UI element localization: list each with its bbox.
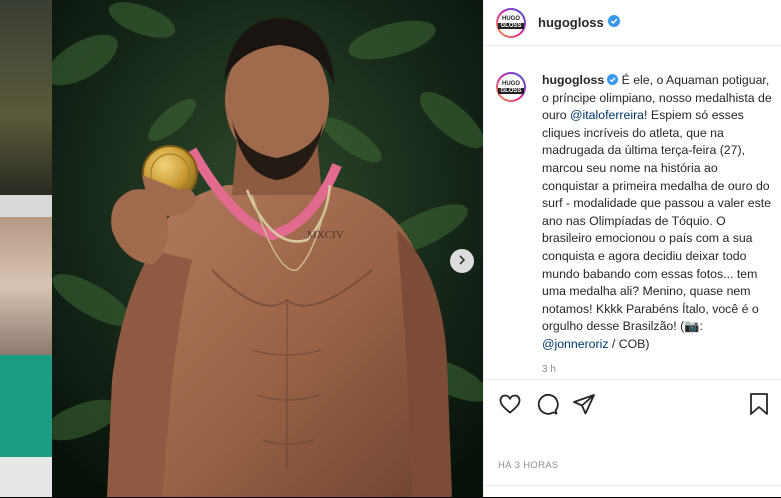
caption-time[interactable]: 3 h: [542, 364, 772, 375]
verified-badge-icon: [604, 73, 619, 87]
background-image-3: [0, 355, 52, 457]
caption-mention-1[interactable]: @italoferreira: [570, 108, 644, 122]
chest-tattoo-text: MXCIV: [307, 229, 344, 241]
comment-bar: [484, 485, 781, 498]
post-detail-panel: HUGO GLOSS hugogloss HUGO GLOSS hugoglos…: [483, 0, 781, 497]
caption-avatar-text-bottom: GLOSS: [498, 87, 524, 94]
caption-part-3: / COB): [608, 336, 650, 351]
caption-avatar[interactable]: HUGO GLOSS: [496, 72, 526, 102]
background-divider: [0, 195, 52, 217]
avatar-text-bottom: GLOSS: [498, 23, 524, 29]
avatar[interactable]: HUGO GLOSS: [496, 7, 526, 38]
avatar-text-top: HUGO: [502, 16, 520, 22]
post-header: HUGO GLOSS hugogloss: [484, 0, 781, 46]
caption-text: hugogloss É ele, o Aquaman potiguar, o p…: [542, 72, 772, 354]
background-image-2: [0, 217, 52, 355]
post-photo-illustration: MXCIV: [52, 0, 483, 497]
caption-mention-2[interactable]: @jonneroriz: [542, 337, 608, 351]
background-feed-strip: [0, 0, 52, 497]
caption-avatar-text-top: HUGO: [502, 80, 520, 87]
heart-icon[interactable]: [498, 392, 522, 416]
post-username[interactable]: hugogloss: [538, 15, 604, 30]
background-image-1: [0, 0, 52, 195]
next-photo-button[interactable]: [450, 249, 474, 273]
comment-icon[interactable]: [535, 392, 559, 416]
verified-badge-icon: [604, 14, 620, 32]
caption: HUGO GLOSS hugogloss É ele, o Aquaman po…: [496, 72, 772, 375]
background-image-4: [0, 457, 52, 497]
caption-username[interactable]: hugogloss: [542, 73, 604, 87]
share-icon[interactable]: [572, 392, 596, 416]
caption-part-2: ! Espiem só esses cliques incríveis do a…: [542, 108, 771, 334]
chevron-right-icon: [457, 252, 467, 270]
action-bar: [484, 379, 781, 427]
bookmark-icon[interactable]: [748, 392, 770, 416]
post-photo[interactable]: MXCIV: [52, 0, 483, 497]
post-timestamp[interactable]: HÁ 3 HORAS: [498, 460, 559, 471]
